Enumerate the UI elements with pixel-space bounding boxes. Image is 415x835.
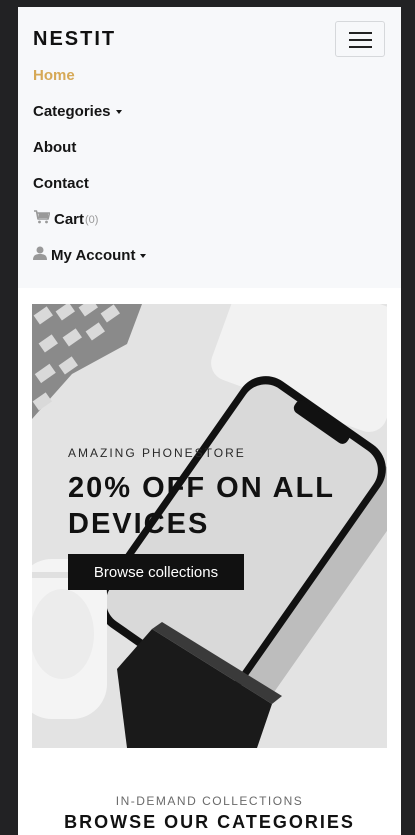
menu-toggle-button[interactable] (335, 21, 385, 57)
nav-item-my-account[interactable]: My Account (33, 245, 147, 267)
nav-item-label: My Account (51, 247, 136, 264)
nav-item-label: Contact (33, 175, 89, 192)
nav-item-home[interactable]: Home (33, 65, 75, 87)
caret-down-icon (115, 110, 122, 114)
hero-title: 20% OFF ON ALL DEVICES (68, 472, 335, 540)
nav-item-label: About (33, 139, 77, 156)
cart-icon (33, 209, 51, 231)
hamburger-icon-bar (349, 39, 372, 41)
nav-item-about[interactable]: About (33, 137, 76, 159)
nav-item-cart[interactable]: Cart (0) (33, 209, 98, 231)
user-icon (33, 245, 47, 267)
brand-logo[interactable]: NESTIT (33, 28, 116, 51)
browse-collections-button[interactable]: Browse collections (68, 554, 244, 590)
caret-down-icon (140, 254, 147, 258)
hero-banner: AMAZING PHONESTORE 20% OFF ON ALL DEVICE… (32, 304, 387, 748)
section-eyebrow: IN-DEMAND COLLECTIONS (115, 794, 304, 808)
nav-item-label: Cart (54, 211, 85, 228)
navbar: NESTIT Home Categories About Contact Car… (18, 7, 401, 288)
hero-eyebrow: AMAZING PHONESTORE (68, 446, 246, 460)
cart-count-badge: (0) (85, 214, 99, 226)
nav-item-contact[interactable]: Contact (33, 173, 89, 195)
nav-item-label: Home (33, 67, 75, 84)
hamburger-icon-bar (349, 46, 372, 48)
nav-item-categories[interactable]: Categories (33, 101, 122, 123)
hamburger-icon (349, 32, 372, 34)
section-title: BROWSE OUR CATEGORIES (64, 812, 355, 832)
page: NESTIT Home Categories About Contact Car… (18, 7, 401, 835)
nav-item-label: Categories (33, 103, 111, 120)
